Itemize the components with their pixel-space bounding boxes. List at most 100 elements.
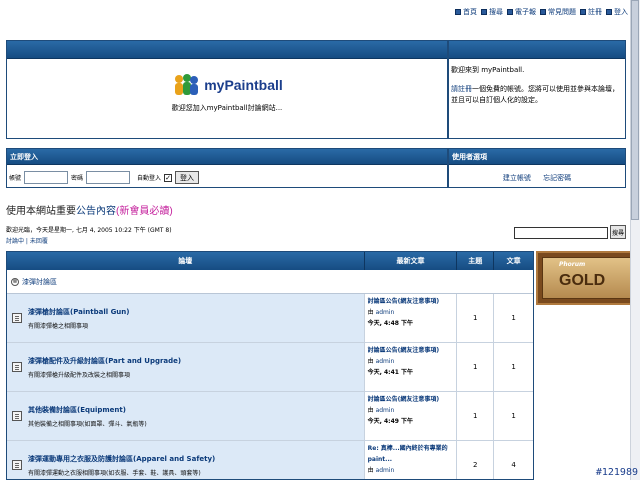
- password-label: 密碼: [71, 175, 84, 182]
- nav-register-link[interactable]: 註冊: [588, 7, 602, 17]
- notice-line: 使用本網站重要公告內容(新會員必讀): [6, 202, 173, 217]
- collapse-icon[interactable]: ⊗: [11, 277, 19, 286]
- col-topics: 主題: [457, 252, 495, 270]
- latest-post-title[interactable]: 討論區公告(網友注意事項): [368, 296, 454, 307]
- login-header: 立即登入: [7, 149, 447, 165]
- by-label: 由: [367, 467, 374, 474]
- login-panel: 立即登入 帳號 密碼 自動登入 ✓ 登入: [6, 148, 448, 188]
- col-latest: 最新文章: [365, 252, 458, 270]
- logo-area: myPaintball 歡迎您加入myPaintball討論網站...: [7, 73, 447, 113]
- register-icon: [580, 9, 586, 15]
- latest-post-time: 今天, 4:49 下午: [367, 418, 414, 425]
- welcome-panel: 歡迎來到 myPaintball. 請註冊一個免費的帳號。您將可以使用並參與本論…: [448, 40, 626, 139]
- home-icon: [455, 9, 461, 15]
- nav-newsletter-link[interactable]: 電子報: [515, 7, 536, 17]
- login-icon: [606, 9, 612, 15]
- forum-folder-icon: [12, 411, 22, 421]
- forum-description: 有關漆彈運動之衣服相關事項(如衣服、手套、鞋、護具、頭套等): [28, 469, 201, 477]
- nav-login-link[interactable]: 登入: [614, 7, 628, 17]
- nav-home-link[interactable]: 首頁: [463, 7, 477, 17]
- forum-description: 有關漆彈槍之相關事項: [28, 322, 89, 330]
- top-nav: 首頁 搜尋 電子報 常見問題 註冊 登入: [455, 7, 628, 17]
- forum-description: 其他裝備之相關事項(如面罩、彈斗、氣瓶等): [28, 420, 147, 428]
- forum-table: 論壇 最新文章 主題 文章 ⊗ 漆彈討論區 漆彈槍討論區(Paintball G…: [6, 251, 534, 480]
- latest-post-time: 今天, 4:48 下午: [367, 320, 414, 327]
- latest-post-title[interactable]: 討論區公告(網友注意事項): [368, 345, 454, 356]
- topic-count: 1: [457, 343, 495, 391]
- create-account-link[interactable]: 建立帳號: [503, 174, 531, 182]
- badge-small-text: Phorum: [559, 261, 586, 268]
- badge-big-text: GOLD: [559, 272, 606, 289]
- col-posts: 文章: [506, 257, 521, 265]
- corner-id-label: #121989: [595, 467, 638, 478]
- banner-header: [7, 41, 447, 59]
- forum-title[interactable]: 漆彈槍討論區(Paintball Gun): [28, 307, 129, 317]
- nav-login[interactable]: 登入: [606, 7, 628, 17]
- site-logo-text[interactable]: myPaintball: [204, 77, 283, 93]
- by-label: 由: [367, 407, 374, 414]
- latest-post-title[interactable]: 討論區公告(網友注意事項): [368, 394, 454, 405]
- post-count: 4: [494, 441, 533, 479]
- notice-link[interactable]: 公告內容: [76, 206, 116, 217]
- table-row: 其他裝備討論區(Equipment) 其他裝備之相關事項(如面罩、彈斗、氣瓶等)…: [7, 392, 533, 441]
- latest-post-author[interactable]: admin: [376, 407, 395, 414]
- latest-post-author[interactable]: admin: [376, 309, 395, 316]
- phorum-gold-badge: Phorum GOLD: [536, 251, 638, 305]
- nav-faq[interactable]: 常見問題: [540, 7, 576, 17]
- category-title[interactable]: 漆彈討論區: [22, 277, 57, 287]
- topic-filter-links[interactable]: 討論中 | 未回覆: [6, 236, 48, 245]
- forum-folder-icon: [12, 362, 22, 372]
- people-logo-icon: [175, 74, 199, 95]
- register-link[interactable]: 請註冊: [451, 85, 472, 93]
- faq-icon: [540, 9, 546, 15]
- forum-folder-icon: [12, 313, 22, 323]
- nav-faq-link[interactable]: 常見問題: [548, 7, 576, 17]
- username-input[interactable]: [24, 171, 69, 184]
- nav-home[interactable]: 首頁: [455, 7, 477, 17]
- nav-register[interactable]: 註冊: [580, 7, 602, 17]
- post-count: 1: [494, 343, 533, 391]
- search-icon: [481, 9, 487, 15]
- login-button[interactable]: 登入: [175, 171, 200, 184]
- user-options-panel: 使用者選項 建立帳號 忘記密碼: [448, 148, 626, 188]
- latest-post-author[interactable]: admin: [376, 467, 395, 474]
- notice-newmember[interactable]: (新會員必讀): [116, 206, 173, 217]
- forum-title[interactable]: 漆彈槍配件及升級討論區(Part and Upgrade): [28, 356, 181, 366]
- category-row: ⊗ 漆彈討論區: [7, 270, 533, 294]
- banner-panel: myPaintball 歡迎您加入myPaintball討論網站...: [6, 40, 448, 139]
- welcome-header: [449, 41, 625, 59]
- forum-description: 有關漆彈槍升級配件及改裝之相關事項: [28, 371, 131, 379]
- latest-post-author[interactable]: admin: [376, 358, 395, 365]
- forum-title[interactable]: 漆彈運動專用之衣服及防護討論區(Apparel and Safety): [28, 454, 215, 464]
- latest-post-title[interactable]: Re: 真棒...國內終於有專業的paint...: [368, 443, 454, 465]
- user-options-header: 使用者選項: [449, 149, 625, 165]
- site-tagline: 歡迎您加入myPaintball討論網站...: [171, 104, 283, 112]
- table-row: 漆彈運動專用之衣服及防護討論區(Apparel and Safety) 有關漆彈…: [7, 441, 533, 479]
- table-row: 漆彈槍配件及升級討論區(Part and Upgrade) 有關漆彈槍升級配件及…: [7, 343, 533, 392]
- nav-search-link[interactable]: 搜尋: [489, 7, 503, 17]
- notice-prefix: 使用本網站重要: [6, 206, 76, 217]
- search-button[interactable]: 搜尋: [610, 225, 626, 239]
- search-input[interactable]: [514, 227, 608, 239]
- topic-count: 1: [457, 392, 495, 440]
- welcome-text: 歡迎來到 myPaintball. 請註冊一個免費的帳號。您將可以使用並參與本論…: [451, 65, 621, 106]
- username-label: 帳號: [9, 175, 22, 182]
- newsletter-icon: [507, 9, 513, 15]
- forgot-password-link[interactable]: 忘記密碼: [543, 174, 571, 182]
- nav-search[interactable]: 搜尋: [481, 7, 503, 17]
- table-row: 漆彈槍討論區(Paintball Gun) 有關漆彈槍之相關事項 討論區公告(網…: [7, 294, 533, 343]
- welcome-message: 一個免費的帳號。您將可以使用並參與本論壇，並且可以自訂個人化的設定。: [451, 85, 619, 104]
- table-header: 論壇 最新文章 主題 文章: [7, 252, 533, 270]
- topic-count: 1: [457, 294, 495, 342]
- forum-folder-icon: [12, 460, 22, 470]
- topic-count: 2: [457, 441, 495, 479]
- by-label: 由: [367, 358, 374, 365]
- autologin-label: 自動登入: [137, 175, 162, 182]
- password-input[interactable]: [86, 171, 131, 184]
- scrollbar-thumb[interactable]: [631, 0, 639, 220]
- post-count: 1: [494, 392, 533, 440]
- by-label: 由: [367, 309, 374, 316]
- forum-title[interactable]: 其他裝備討論區(Equipment): [28, 405, 147, 415]
- nav-newsletter[interactable]: 電子報: [507, 7, 536, 17]
- autologin-checkbox[interactable]: ✓: [164, 173, 173, 182]
